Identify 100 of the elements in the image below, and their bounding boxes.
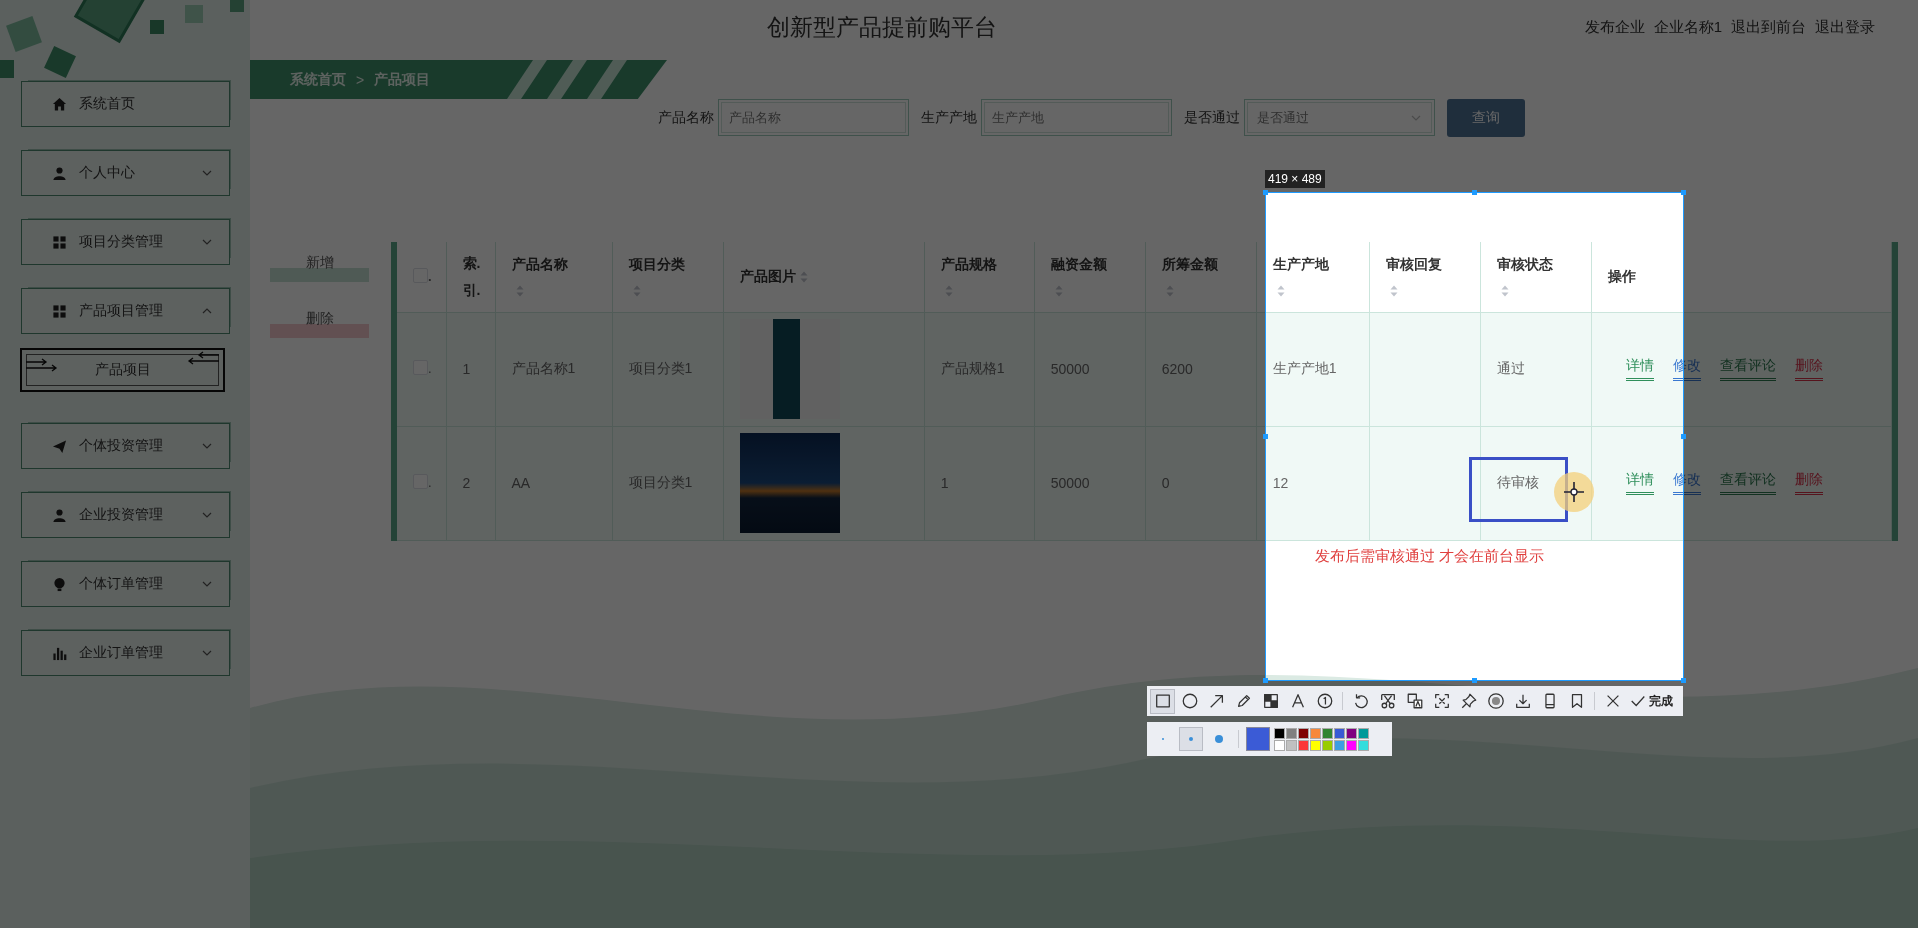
resize-handle[interactable] — [1681, 434, 1686, 439]
column-header[interactable]: 审核回复 — [1385, 255, 1480, 274]
color-swatch[interactable] — [1358, 739, 1369, 751]
column-header[interactable]: 产品名称 — [511, 255, 612, 274]
action-button[interactable]: 删除 — [270, 310, 369, 338]
breadcrumb-link[interactable]: 产品项目 — [374, 70, 431, 89]
filter-label: 产品名称 — [658, 108, 714, 127]
action-link[interactable]: 详情 — [1625, 471, 1654, 495]
action-button[interactable]: 新增 — [270, 254, 369, 282]
sort-icon[interactable] — [632, 285, 641, 298]
header-link[interactable]: 退出到前台 — [1731, 18, 1806, 37]
table-cell: 生产产地1 — [1272, 360, 1337, 376]
submenu-item[interactable]: 产品项目 — [20, 348, 225, 392]
color-swatch[interactable] — [1310, 727, 1321, 739]
numbered-circle-icon — [1315, 692, 1334, 710]
color-swatch[interactable] — [1298, 739, 1309, 751]
table-cell: 50000 — [1050, 361, 1090, 377]
action-link[interactable]: 详情 — [1625, 357, 1654, 381]
color-swatch[interactable] — [1322, 739, 1333, 751]
header-link[interactable]: 退出登录 — [1815, 18, 1875, 37]
column-header[interactable]: 产品图片 — [739, 267, 796, 286]
column-header[interactable]: 产品规格 — [940, 255, 1034, 274]
paper-plane-icon — [52, 438, 67, 454]
color-swatch[interactable] — [1322, 727, 1333, 739]
grid-icon — [52, 234, 67, 250]
search-button[interactable]: 查询 — [1447, 98, 1525, 137]
resize-handle[interactable] — [1263, 434, 1268, 439]
table-cell: AA — [511, 475, 531, 491]
breadcrumb-link[interactable]: 系统首页 — [290, 70, 346, 89]
table-cell: 通过 — [1496, 360, 1525, 376]
table-cell: 产品规格1 — [940, 360, 1005, 376]
sidebar-menu-item[interactable]: 个人中心 — [21, 150, 230, 196]
sidebar-menu-item[interactable]: 企业投资管理 — [21, 492, 230, 538]
sidebar-menu-item[interactable]: 企业订单管理 — [21, 630, 230, 676]
color-swatch[interactable] — [1286, 727, 1297, 739]
column-header: 索.引. — [462, 254, 482, 300]
column-header[interactable]: 审核状态 — [1496, 255, 1591, 274]
color-swatch[interactable] — [1358, 727, 1369, 739]
sort-icon[interactable] — [515, 285, 524, 298]
sort-icon[interactable] — [799, 270, 808, 283]
resize-handle[interactable] — [1681, 678, 1686, 683]
action-link[interactable]: 查看评论 — [1719, 357, 1776, 381]
record-icon — [1486, 692, 1505, 710]
bar-chart-icon — [52, 645, 67, 661]
color-swatch[interactable] — [1334, 727, 1345, 739]
table-cell: 50000 — [1050, 475, 1090, 491]
color-swatch[interactable] — [1310, 739, 1321, 751]
person-icon — [52, 507, 67, 523]
column-header[interactable]: 项目分类 — [628, 255, 723, 274]
done-button[interactable]: 完成 — [1627, 692, 1675, 710]
sort-icon[interactable] — [1165, 285, 1174, 298]
resize-handle[interactable] — [1472, 678, 1477, 683]
crosshair-cursor-icon — [1552, 470, 1596, 514]
table-cell: 0 — [1161, 475, 1170, 491]
header-link[interactable]: 发布企业 — [1584, 18, 1645, 37]
table-cell: 12 — [1272, 475, 1289, 491]
color-swatch[interactable] — [1298, 727, 1309, 739]
filter-label: 是否通过 — [1184, 108, 1240, 127]
sidebar-menu-item[interactable]: 个体订单管理 — [21, 561, 230, 607]
action-link[interactable]: 删除 — [1794, 357, 1823, 381]
color-swatch[interactable] — [1334, 739, 1345, 751]
current-color-swatch[interactable] — [1246, 727, 1270, 751]
sidebar-menu-item[interactable]: 产品项目管理 — [21, 288, 230, 334]
rectangle-icon — [1153, 692, 1172, 710]
table-cell: 产品名称1 — [511, 360, 576, 376]
checkbox-suffix: . — [428, 362, 432, 375]
table-cell: 项目分类1 — [628, 474, 693, 490]
table-cell: 项目分类1 — [628, 360, 693, 376]
header-link[interactable]: 企业名称1 — [1653, 18, 1722, 37]
column-header[interactable]: 所筹金额 — [1161, 255, 1256, 274]
sort-icon[interactable] — [1389, 285, 1398, 298]
column-header[interactable]: 生产产地 — [1272, 255, 1369, 274]
resize-handle[interactable] — [1263, 190, 1268, 195]
sidebar-menu-item[interactable]: 系统首页 — [21, 81, 230, 127]
translate-icon — [1405, 692, 1424, 710]
action-link[interactable]: 删除 — [1794, 471, 1823, 495]
resize-handle[interactable] — [1472, 190, 1477, 195]
rectangle-tool-button[interactable] — [1150, 688, 1175, 714]
sort-icon[interactable] — [1500, 285, 1509, 298]
color-swatch[interactable] — [1274, 739, 1285, 751]
pen-size-button[interactable] — [1179, 727, 1203, 751]
checkbox-suffix: . — [428, 476, 432, 489]
sidebar-menu-item[interactable]: 个体投资管理 — [21, 423, 230, 469]
table-cell: 2 — [462, 475, 471, 491]
sort-icon[interactable] — [944, 285, 953, 298]
resize-handle[interactable] — [1263, 678, 1268, 683]
notice-text: 发布后需审核通过 才会在前台显示 — [1314, 546, 1545, 566]
color-swatch[interactable] — [1346, 727, 1357, 739]
sort-icon[interactable] — [1276, 285, 1285, 298]
action-link[interactable]: 查看评论 — [1719, 471, 1776, 495]
grid-icon — [52, 303, 67, 319]
color-swatch[interactable] — [1286, 739, 1297, 751]
sort-icon[interactable] — [1054, 285, 1063, 298]
color-swatch[interactable] — [1274, 727, 1285, 739]
resize-handle[interactable] — [1681, 190, 1686, 195]
column-header: 操作 — [1607, 267, 1637, 286]
color-swatch[interactable] — [1346, 739, 1357, 751]
column-header[interactable]: 融资金额 — [1050, 255, 1145, 274]
pin-icon — [1459, 692, 1478, 710]
sidebar-menu-item[interactable]: 项目分类管理 — [21, 219, 230, 265]
